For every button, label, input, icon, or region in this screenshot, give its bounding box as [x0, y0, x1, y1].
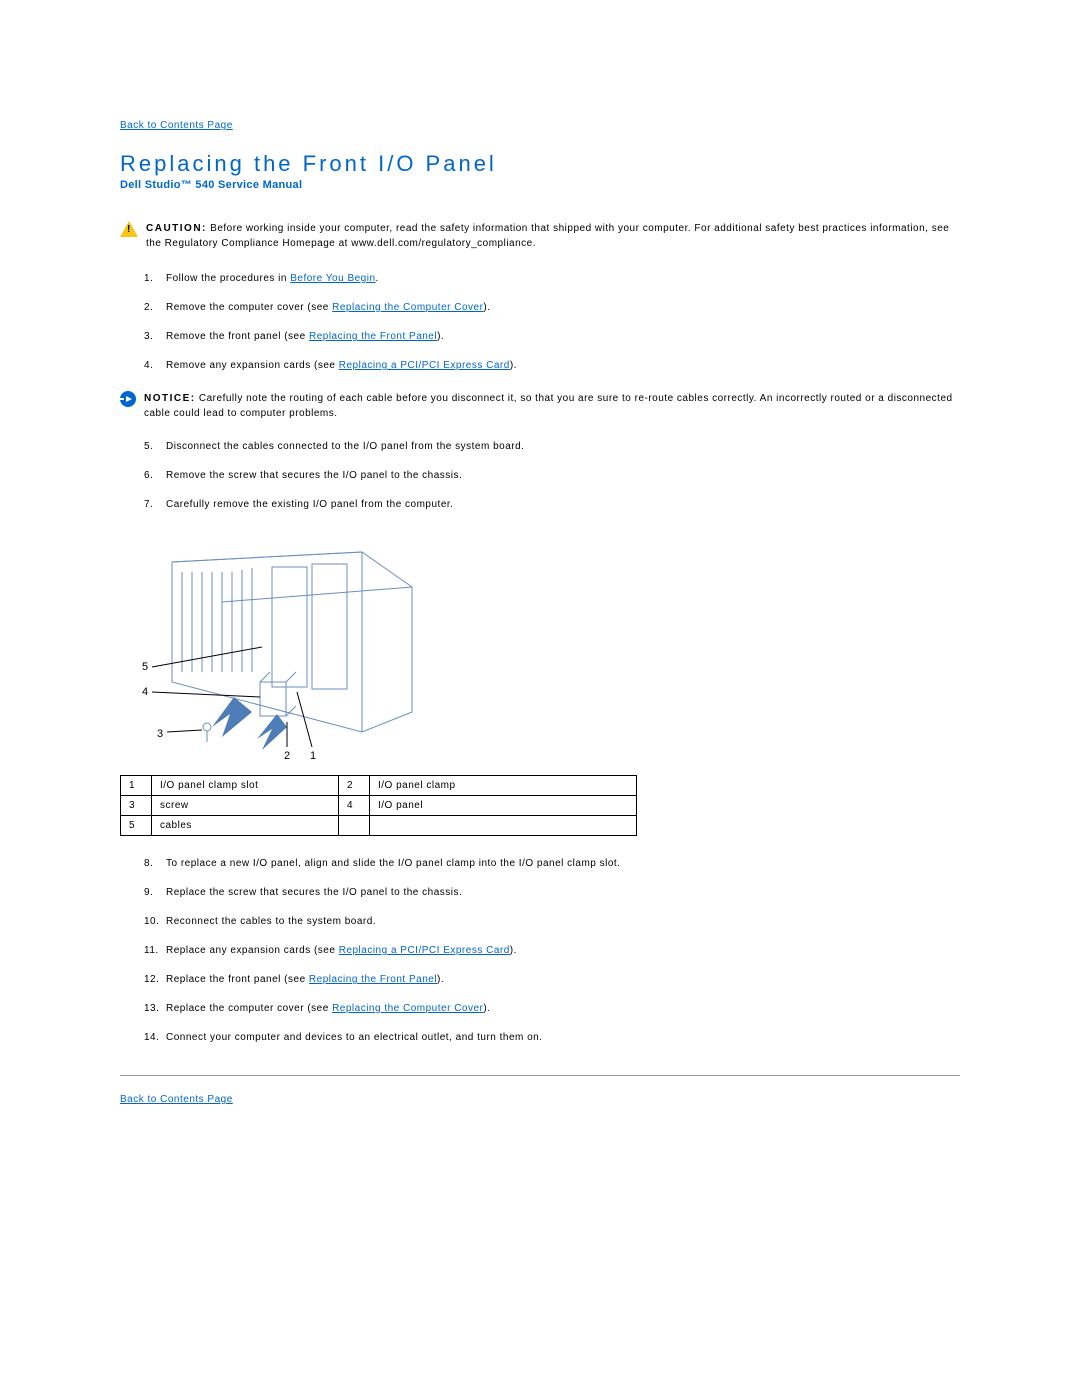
- step-text: Disconnect the cables connected to the I…: [166, 441, 524, 452]
- diagram-label-3: 3: [157, 728, 164, 740]
- link-replacing-front-panel[interactable]: Replacing the Front Panel: [309, 331, 437, 342]
- steps-list-mid: Disconnect the cables connected to the I…: [144, 439, 960, 512]
- diagram-label-2: 2: [284, 750, 291, 762]
- link-before-you-begin[interactable]: Before You Begin: [290, 273, 375, 284]
- step-9: Replace the screw that secures the I/O p…: [144, 885, 960, 900]
- step-text: Replace the computer cover (see: [166, 1003, 332, 1014]
- step-text: Follow the procedures in: [166, 273, 290, 284]
- step-text: Reconnect the cables to the system board…: [166, 916, 376, 927]
- caution-icon: [120, 221, 138, 237]
- step-text-post: ).: [437, 974, 444, 985]
- step-text: Remove any expansion cards (see: [166, 360, 339, 371]
- part-num: 3: [121, 796, 152, 816]
- step-text: Replace any expansion cards (see: [166, 945, 339, 956]
- step-text-post: ).: [510, 360, 517, 371]
- step-14: Connect your computer and devices to an …: [144, 1030, 960, 1045]
- step-1: Follow the procedures in Before You Begi…: [144, 271, 960, 286]
- part-num: 5: [121, 816, 152, 836]
- part-num: [339, 816, 370, 836]
- step-text-post: ).: [483, 1003, 490, 1014]
- table-row: 5 cables: [121, 816, 637, 836]
- table-row: 3 screw 4 I/O panel: [121, 796, 637, 816]
- step-text: Remove the screw that secures the I/O pa…: [166, 470, 462, 481]
- step-text-post: ).: [483, 302, 490, 313]
- step-7: Carefully remove the existing I/O panel …: [144, 497, 960, 512]
- step-text-post: ).: [437, 331, 444, 342]
- caution-label: CAUTION:: [146, 223, 207, 234]
- link-replacing-pci-card[interactable]: Replacing a PCI/PCI Express Card: [339, 360, 510, 371]
- part-label: I/O panel clamp slot: [152, 776, 339, 796]
- step-text: Remove the computer cover (see: [166, 302, 332, 313]
- step-text-post: .: [376, 273, 379, 284]
- step-text-post: ).: [510, 945, 517, 956]
- steps-list-bottom: To replace a new I/O panel, align and sl…: [144, 856, 960, 1045]
- step-6: Remove the screw that secures the I/O pa…: [144, 468, 960, 483]
- diagram-label-4: 4: [142, 686, 149, 698]
- back-to-contents-top[interactable]: Back to Contents Page: [120, 120, 233, 131]
- notice-label: NOTICE:: [144, 393, 196, 404]
- notice-callout: NOTICE: Carefully note the routing of ea…: [120, 391, 960, 421]
- step-12: Replace the front panel (see Replacing t…: [144, 972, 960, 987]
- table-row: 1 I/O panel clamp slot 2 I/O panel clamp: [121, 776, 637, 796]
- step-3: Remove the front panel (see Replacing th…: [144, 329, 960, 344]
- step-text: Remove the front panel (see: [166, 331, 309, 342]
- diagram-label-1: 1: [310, 750, 317, 762]
- io-panel-diagram: 5 4 3 2 1: [112, 532, 960, 765]
- step-text: Replace the front panel (see: [166, 974, 309, 985]
- caution-callout: CAUTION: Before working inside your comp…: [120, 221, 960, 251]
- notice-text: NOTICE: Carefully note the routing of ea…: [144, 391, 960, 421]
- step-2: Remove the computer cover (see Replacing…: [144, 300, 960, 315]
- link-replacing-computer-cover[interactable]: Replacing the Computer Cover: [332, 302, 483, 313]
- step-text: Replace the screw that secures the I/O p…: [166, 887, 462, 898]
- step-4: Remove any expansion cards (see Replacin…: [144, 358, 960, 373]
- step-8: To replace a new I/O panel, align and sl…: [144, 856, 960, 871]
- link-replacing-front-panel-2[interactable]: Replacing the Front Panel: [309, 974, 437, 985]
- diagram-label-5: 5: [142, 661, 149, 673]
- part-label: [370, 816, 637, 836]
- step-10: Reconnect the cables to the system board…: [144, 914, 960, 929]
- notice-icon: [120, 391, 136, 407]
- link-replacing-computer-cover-2[interactable]: Replacing the Computer Cover: [332, 1003, 483, 1014]
- step-11: Replace any expansion cards (see Replaci…: [144, 943, 960, 958]
- notice-body: Carefully note the routing of each cable…: [144, 393, 953, 419]
- part-num: 1: [121, 776, 152, 796]
- step-text: Carefully remove the existing I/O panel …: [166, 499, 453, 510]
- link-replacing-pci-card-2[interactable]: Replacing a PCI/PCI Express Card: [339, 945, 510, 956]
- part-label: I/O panel clamp: [370, 776, 637, 796]
- divider: [120, 1075, 960, 1076]
- caution-text: CAUTION: Before working inside your comp…: [146, 221, 960, 251]
- step-text: Connect your computer and devices to an …: [166, 1032, 543, 1043]
- page-title: Replacing the Front I/O Panel: [120, 151, 960, 177]
- step-5: Disconnect the cables connected to the I…: [144, 439, 960, 454]
- manual-subtitle: Dell Studio™ 540 Service Manual: [120, 179, 960, 191]
- part-num: 4: [339, 796, 370, 816]
- parts-legend-table: 1 I/O panel clamp slot 2 I/O panel clamp…: [120, 775, 637, 836]
- back-to-contents-bottom[interactable]: Back to Contents Page: [120, 1094, 233, 1105]
- steps-list-top: Follow the procedures in Before You Begi…: [144, 271, 960, 373]
- part-label: cables: [152, 816, 339, 836]
- part-label: screw: [152, 796, 339, 816]
- caution-body: Before working inside your computer, rea…: [146, 223, 949, 249]
- step-13: Replace the computer cover (see Replacin…: [144, 1001, 960, 1016]
- step-text: To replace a new I/O panel, align and sl…: [166, 858, 620, 869]
- part-label: I/O panel: [370, 796, 637, 816]
- part-num: 2: [339, 776, 370, 796]
